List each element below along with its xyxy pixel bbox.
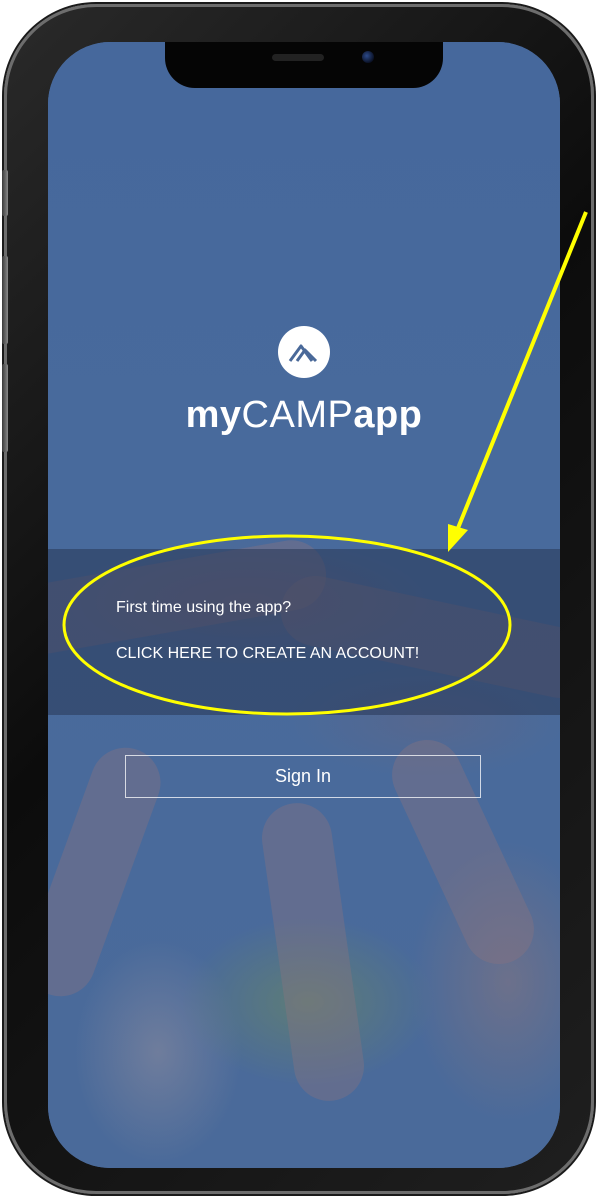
- logo-word-my: my: [185, 394, 242, 436]
- mute-switch: [2, 170, 8, 216]
- first-time-question: First time using the app?: [116, 599, 292, 616]
- logo-word-camp: CAMP: [241, 394, 354, 436]
- create-account-link[interactable]: CLICK HERE TO CREATE AN ACCOUNT!: [116, 645, 419, 663]
- notch: [165, 42, 443, 88]
- volume-down-button: [2, 364, 8, 452]
- logo-word-app: app: [353, 394, 423, 436]
- phone-frame: myCAMPapp First time using the app? CLIC…: [2, 4, 594, 1194]
- app-name-logo: myCAMPapp: [48, 394, 560, 437]
- app-screen: myCAMPapp First time using the app? CLIC…: [48, 42, 560, 1168]
- mountain-logo-icon: [278, 326, 330, 378]
- sign-in-button[interactable]: Sign In: [125, 755, 481, 798]
- volume-up-button: [2, 256, 8, 344]
- create-account-banner[interactable]: [48, 549, 560, 715]
- front-camera: [362, 51, 374, 63]
- speaker-grille: [272, 54, 324, 61]
